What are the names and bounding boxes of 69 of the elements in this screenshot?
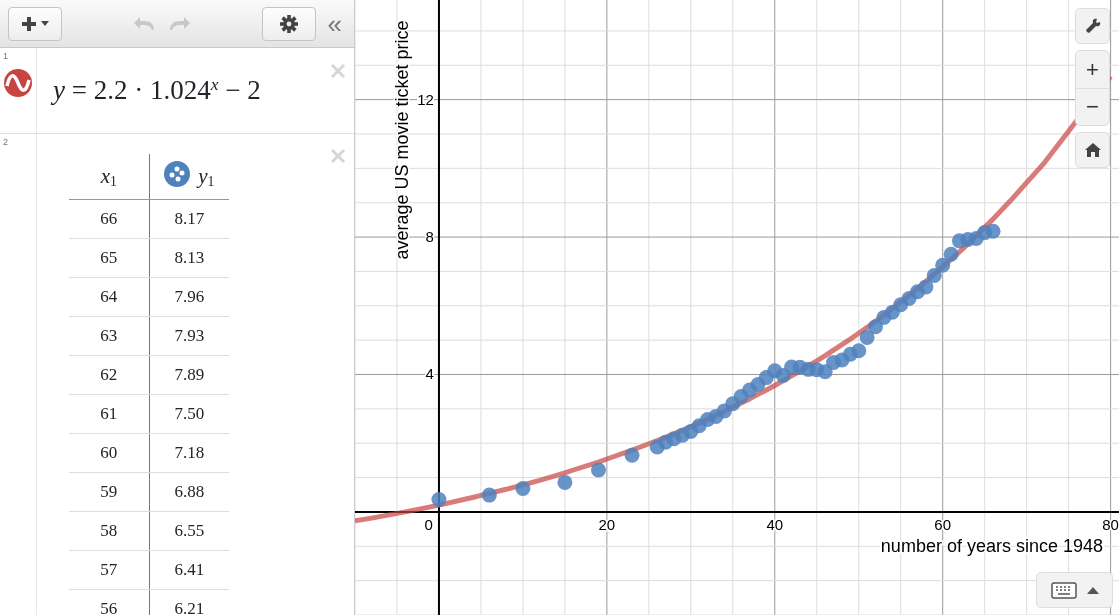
table-cell[interactable]: 60 — [69, 433, 149, 473]
table-cell[interactable]: 8.13 — [149, 238, 229, 278]
table-cell[interactable]: 8.17 — [149, 199, 229, 239]
table-cell[interactable]: 7.50 — [149, 394, 229, 434]
tick-label: 80 — [1102, 515, 1119, 533]
table-cell[interactable]: 61 — [69, 394, 149, 434]
add-button[interactable] — [8, 6, 62, 41]
expression-formula[interactable]: y = 2.2 · 1.024$^{x}$ − 2 — [37, 48, 354, 133]
tick-label: 0 — [424, 515, 433, 533]
data-point — [985, 223, 1001, 239]
keyboard-icon — [1050, 581, 1077, 599]
data-point — [590, 462, 606, 478]
column-header[interactable]: x$_{1}$ — [69, 153, 149, 200]
data-point — [859, 329, 875, 345]
table-cell[interactable]: 63 — [69, 316, 149, 356]
tick-label: 60 — [934, 515, 952, 533]
tick-label: 8 — [425, 228, 434, 246]
zoom-in-button[interactable]: + — [1076, 51, 1109, 88]
tick-label: 12 — [417, 90, 434, 108]
data-point — [557, 474, 573, 490]
table-cell[interactable]: 7.89 — [149, 355, 229, 395]
table-cell[interactable]: 6.55 — [149, 511, 229, 551]
table-cell[interactable]: 56 — [69, 589, 149, 615]
data-point — [943, 246, 959, 262]
data-point — [918, 279, 934, 295]
wrench-button[interactable] — [1075, 8, 1110, 44]
table-cell[interactable]: 6.21 — [149, 589, 229, 615]
tick-label: 40 — [766, 515, 784, 533]
table-cell[interactable]: 66 — [69, 199, 149, 239]
axis-title: average US movie ticket price — [392, 20, 412, 260]
data-point — [851, 343, 867, 359]
table-cell[interactable]: 6.88 — [149, 472, 229, 512]
table-cell[interactable]: 59 — [69, 472, 149, 512]
table-cell[interactable]: 7.18 — [149, 433, 229, 473]
caret-icon — [1086, 586, 1099, 594]
row-number: 2 — [3, 136, 8, 147]
plus-icon — [20, 15, 37, 32]
gear-icon — [279, 14, 298, 33]
settings-button[interactable] — [261, 6, 316, 41]
collapse-button[interactable]: « — [323, 10, 346, 37]
table-cell[interactable]: 7.96 — [149, 277, 229, 317]
data-point — [515, 481, 531, 497]
data-point — [935, 257, 951, 273]
wrench-icon — [1084, 18, 1101, 34]
zoom-out-button[interactable]: − — [1076, 88, 1109, 125]
row-number: 1 — [3, 51, 8, 61]
curve-icon[interactable] — [4, 69, 32, 97]
axis-title: number of years since 1948 — [880, 535, 1103, 556]
column-label: y$_{1}$ — [198, 163, 215, 188]
data-point — [926, 268, 942, 284]
caret-icon — [39, 20, 50, 27]
table-cell[interactable]: 65 — [69, 238, 149, 278]
data-point — [431, 492, 447, 508]
home-button[interactable] — [1075, 132, 1110, 168]
data-point — [868, 319, 884, 335]
home-icon — [1084, 143, 1101, 157]
tick-label: 20 — [598, 515, 616, 533]
table-cell[interactable]: 57 — [69, 550, 149, 590]
table-cell[interactable]: 62 — [69, 355, 149, 395]
data-point — [817, 364, 833, 380]
data-point — [624, 447, 640, 463]
table-cell[interactable]: 64 — [69, 277, 149, 317]
points-icon[interactable] — [164, 160, 191, 187]
table-cell[interactable]: 7.93 — [149, 316, 229, 356]
table-cell[interactable]: 58 — [69, 511, 149, 551]
tick-label: 4 — [425, 365, 434, 383]
data-point — [481, 487, 497, 503]
table-cell[interactable]: 6.41 — [149, 550, 229, 590]
keyboard-button[interactable] — [1036, 572, 1113, 608]
